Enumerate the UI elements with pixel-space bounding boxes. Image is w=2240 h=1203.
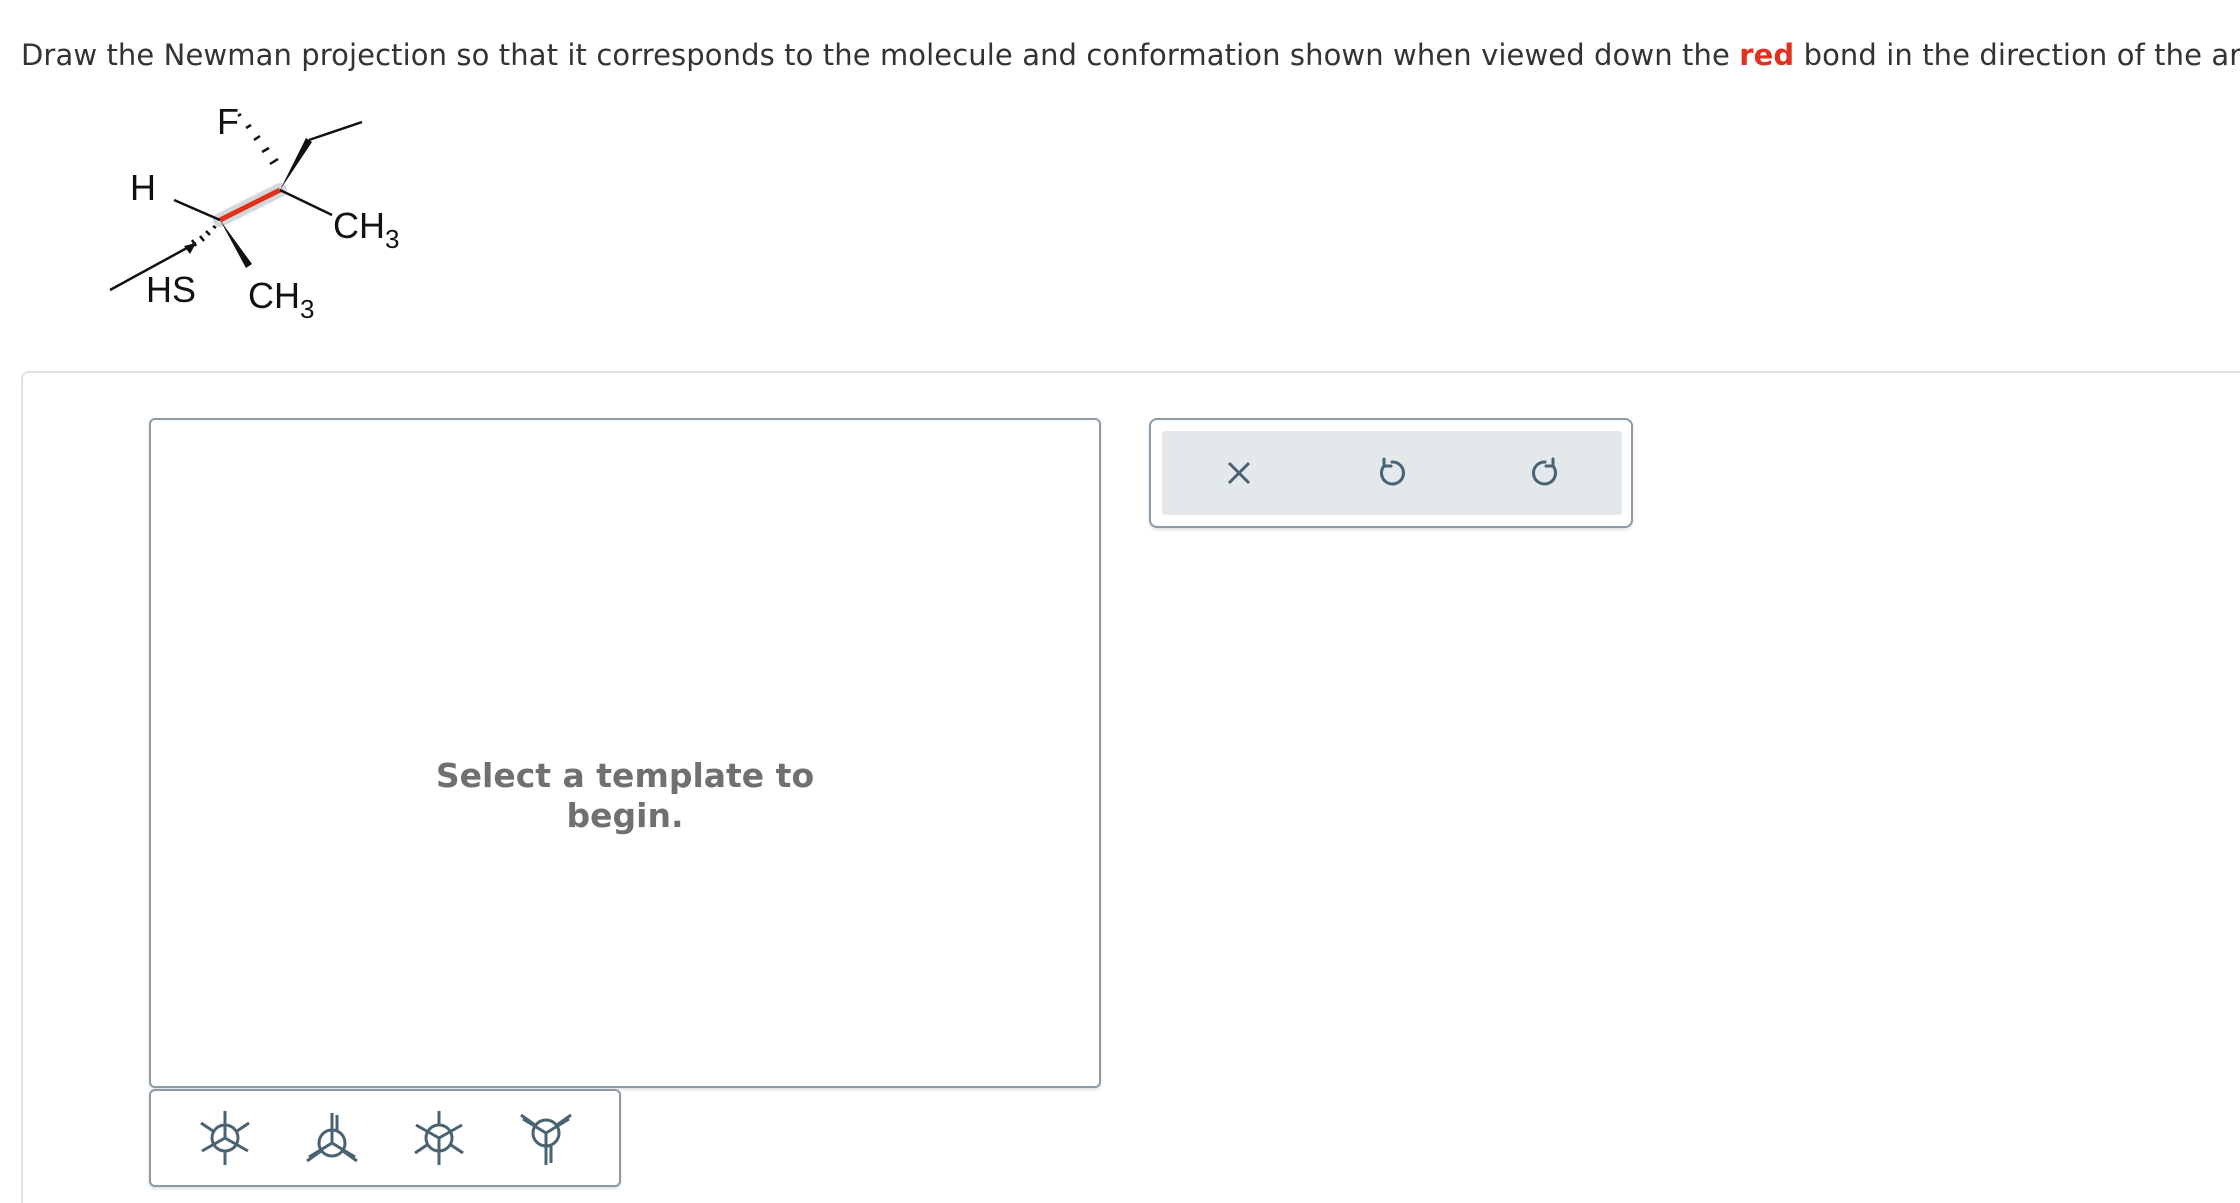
svg-text:3: 3 — [300, 294, 314, 324]
newman-staggered-icon — [199, 1111, 250, 1165]
close-icon — [1227, 461, 1250, 485]
canvas-placeholder-message: Select a template to begin. — [151, 756, 1099, 836]
question-prefix: Draw the Newman projection so that it co… — [21, 38, 1730, 72]
redo-button[interactable] — [1515, 443, 1575, 503]
bond-f-hash — [237, 112, 279, 166]
template-eclipsed-button[interactable] — [296, 1102, 368, 1174]
bond-wedge-down — [220, 220, 252, 268]
template-eclipsed-alt-button[interactable] — [510, 1102, 582, 1174]
svg-text:CH: CH — [248, 275, 300, 316]
bond-ethyl — [308, 120, 363, 142]
clear-button[interactable] — [1209, 443, 1269, 503]
label-ch3-right: CH 3 — [333, 205, 399, 254]
bond-wedge-up — [280, 138, 312, 190]
newman-eclipsed-icon — [305, 1113, 358, 1163]
question-suffix: bond in the direction of the arrow. — [1803, 38, 2240, 72]
bond-ch3-right — [279, 188, 333, 217]
template-staggered-alt-button[interactable] — [403, 1102, 475, 1174]
bond-h — [173, 198, 221, 222]
question-highlight: red — [1739, 38, 1795, 72]
label-hs: HS — [146, 269, 196, 310]
template-bar — [149, 1089, 621, 1187]
redo-icon — [1532, 457, 1558, 486]
label-f: F — [217, 101, 239, 142]
molecule-diagram: F H HS CH 3 CH 3 — [109, 101, 399, 324]
undo-button[interactable] — [1362, 443, 1422, 503]
newman-eclipsed-alt-icon — [519, 1113, 572, 1165]
template-staggered-button[interactable] — [189, 1102, 261, 1174]
toolbar-inner — [1162, 431, 1622, 515]
question-text: Draw the Newman projection so that it co… — [21, 38, 2240, 72]
drawing-canvas[interactable]: Select a template to begin. — [149, 418, 1101, 1088]
canvas-message-line2: begin. — [566, 796, 684, 835]
svg-text:CH: CH — [333, 205, 385, 246]
canvas-message-line1: Select a template to — [435, 756, 815, 795]
svg-text:3: 3 — [385, 224, 399, 254]
label-ch3-bottom: CH 3 — [248, 275, 314, 324]
action-toolbar — [1149, 418, 1633, 528]
undo-icon — [1379, 457, 1405, 486]
newman-staggered-alt-icon — [413, 1111, 464, 1165]
red-bond — [218, 187, 282, 223]
label-h: H — [130, 167, 156, 208]
